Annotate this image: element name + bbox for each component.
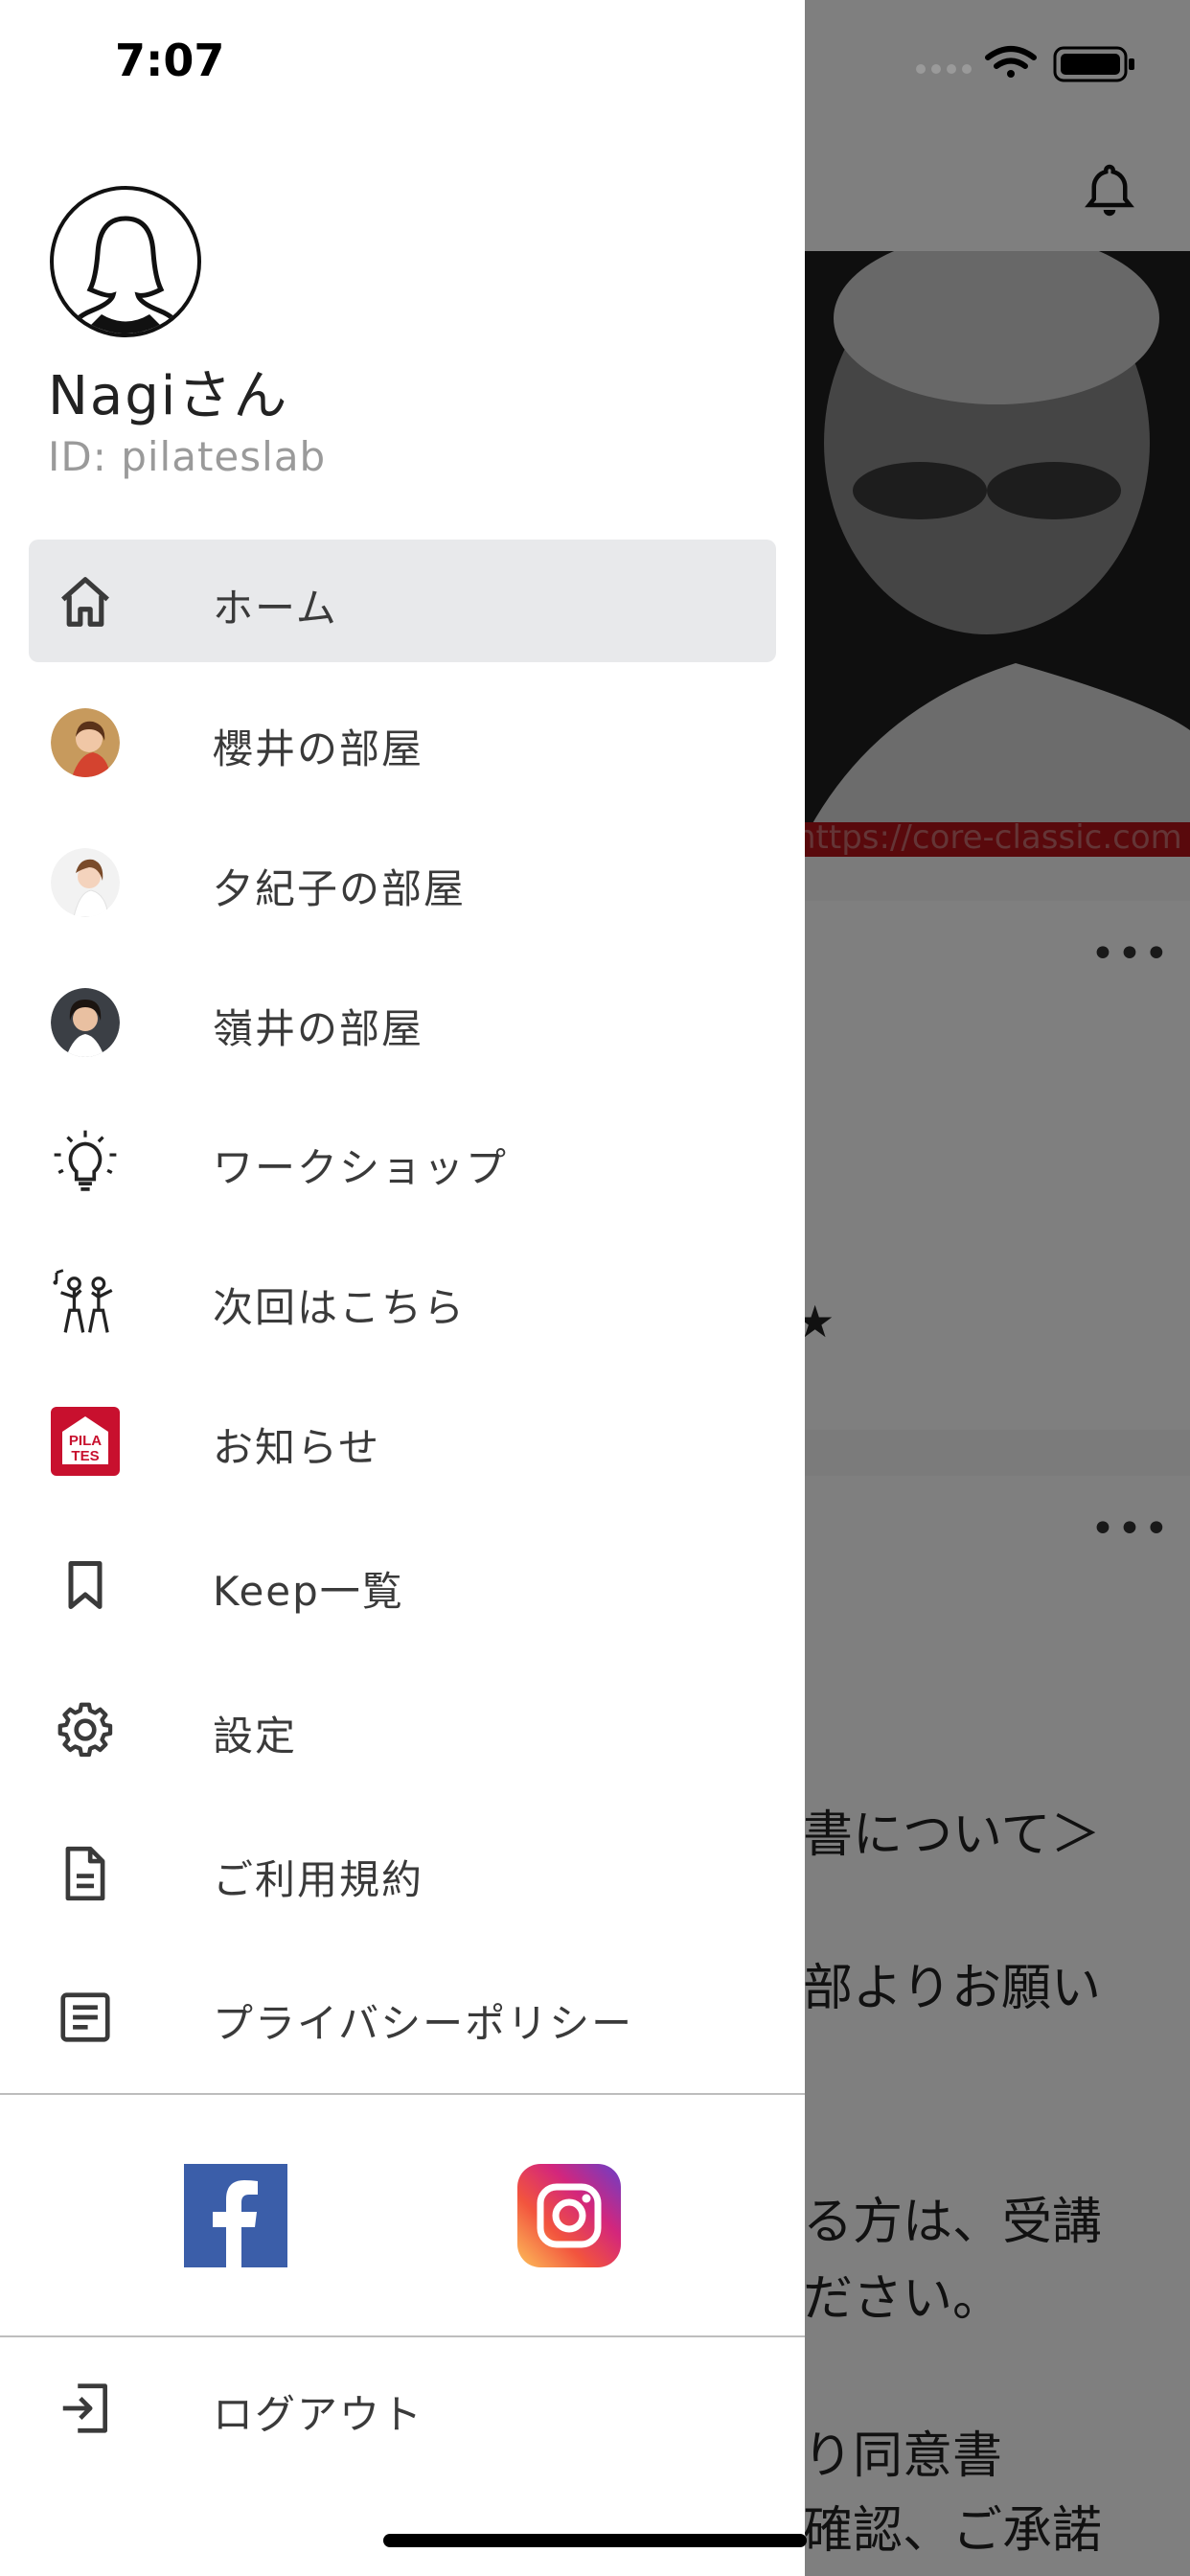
menu-item-label: ログアウト (213, 2391, 424, 2438)
menu-item-label: 嶺井の部屋 (213, 1005, 424, 1052)
menu-item-label: 夕紀子の部屋 (213, 865, 467, 912)
pilates-logo-icon: PILA TES (50, 1406, 121, 1477)
menu-item-label: Keep一覧 (213, 1568, 404, 1615)
menu-item-privacy[interactable]: プライバシーポリシー (29, 1955, 776, 2078)
menu-item-next[interactable]: 次回はこちら (29, 1239, 776, 1362)
gear-icon (50, 1694, 121, 1765)
user-avatar[interactable] (50, 186, 201, 337)
menu-item-label: 櫻井の部屋 (213, 725, 424, 772)
status-time: 7:07 (115, 34, 225, 86)
user-id: ID: pilateslab (48, 433, 327, 480)
menu-item-settings[interactable]: 設定 (29, 1668, 776, 1790)
document-icon (50, 1838, 121, 1909)
menu-item-yukiko-room[interactable]: 夕紀子の部屋 (29, 820, 776, 943)
menu-item-home[interactable]: ホーム (29, 540, 776, 662)
lightbulb-icon (50, 1126, 121, 1197)
menu-item-label: プライバシーポリシー (213, 2000, 634, 2047)
battery-icon (1053, 46, 1134, 82)
navigation-drawer: Nagiさん ID: pilateslab ホーム 櫻井の部屋 夕紀子の部屋 嶺… (0, 0, 805, 2576)
menu-item-keep[interactable]: Keep一覧 (29, 1523, 776, 1645)
bookmark-icon (50, 1550, 121, 1621)
menu-item-logout[interactable]: ログアウト (29, 2346, 776, 2469)
menu-item-label: 設定 (213, 1713, 298, 1760)
room-avatar-yukiko (50, 847, 121, 918)
room-avatar-minei (50, 987, 121, 1058)
menu-item-label: お知らせ (213, 1424, 381, 1471)
wifi-icon (985, 46, 1037, 78)
menu-item-news[interactable]: PILA TES お知らせ (29, 1379, 776, 1502)
menu-item-sakurai-room[interactable]: 櫻井の部屋 (29, 680, 776, 803)
menu-item-label: 次回はこちら (213, 1284, 467, 1331)
room-avatar-sakurai (50, 707, 121, 778)
facebook-icon[interactable] (184, 2164, 287, 2267)
divider (0, 2335, 805, 2337)
svg-text:PILA: PILA (69, 1433, 102, 1449)
user-name: Nagiさん (48, 365, 289, 427)
menu-item-workshop[interactable]: ワークショップ (29, 1099, 776, 1222)
menu-item-terms[interactable]: ご利用規約 (29, 1811, 776, 1934)
user-silhouette-icon (64, 216, 187, 334)
signal-icon (916, 64, 972, 74)
svg-text:TES: TES (71, 1448, 99, 1464)
home-icon (50, 566, 121, 637)
menu-item-label: ワークショップ (213, 1144, 509, 1191)
status-icons (915, 44, 1145, 86)
home-indicator (383, 2534, 807, 2547)
divider (0, 2093, 805, 2095)
logout-icon (50, 2373, 121, 2444)
dancing-people-icon (50, 1266, 121, 1337)
menu-item-label: ホーム (213, 585, 338, 632)
menu-item-minei-room[interactable]: 嶺井の部屋 (29, 960, 776, 1083)
instagram-icon[interactable] (517, 2164, 621, 2267)
menu-item-label: ご利用規約 (213, 1856, 424, 1903)
list-document-icon (50, 1982, 121, 2053)
